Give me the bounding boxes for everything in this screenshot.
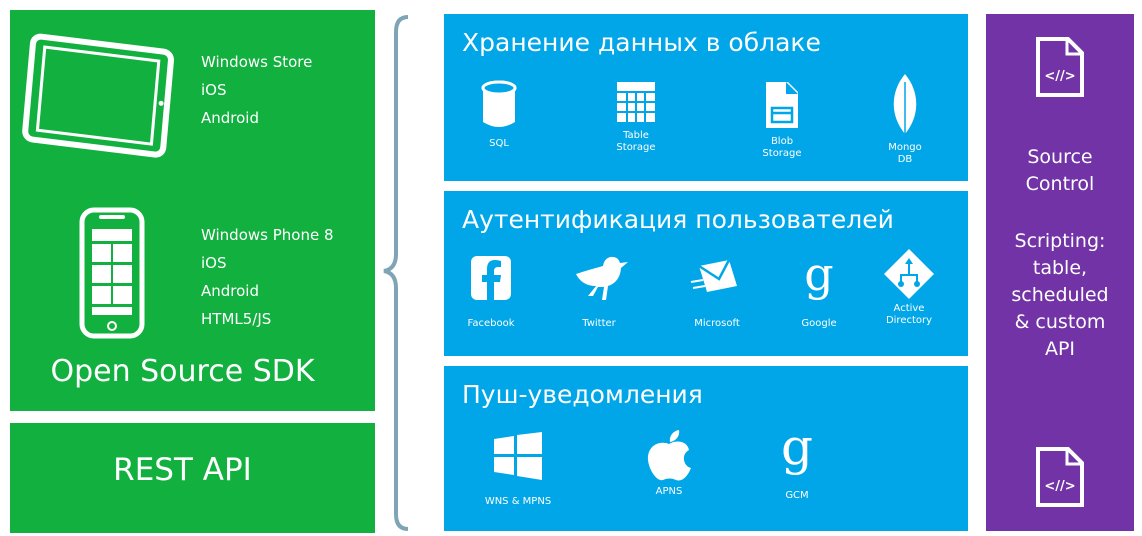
- service-label: GCM: [785, 490, 809, 501]
- rest-api-title: REST API: [113, 452, 252, 488]
- sdk-title: Open Source SDK: [50, 354, 315, 389]
- platform-item: iOS: [201, 254, 227, 272]
- active-directory-icon: [884, 249, 934, 299]
- service-google: g Google: [789, 252, 849, 330]
- service-sql: SQL: [469, 80, 529, 150]
- platform-item: Android: [201, 109, 259, 127]
- service-label: Mongo DB: [888, 142, 922, 165]
- push-panel: Пуш-уведомления WNS & MPNS APNS g GCM: [444, 366, 968, 531]
- service-label: SQL: [489, 138, 509, 149]
- source-control-panel: <//> Source Control Scripting: table, sc…: [986, 14, 1134, 531]
- service-table-storage: Table Storage: [606, 80, 666, 154]
- platform-item: Android: [201, 282, 259, 300]
- service-label: Facebook: [467, 318, 515, 329]
- service-label: Twitter: [582, 318, 616, 329]
- microsoft-envelope-icon: [690, 259, 737, 292]
- auth-title: Аутентификация пользователей: [462, 205, 894, 234]
- svg-text:g: g: [781, 422, 813, 476]
- service-facebook: Facebook: [461, 252, 521, 330]
- service-twitter: Twitter: [564, 252, 634, 330]
- google-g-icon: g: [804, 252, 833, 301]
- platform-item: iOS: [201, 81, 227, 99]
- table-icon: [617, 82, 655, 122]
- windows-logo-icon: [494, 432, 542, 480]
- service-wns-mpns: WNS & MPNS: [468, 430, 568, 508]
- svg-text:g: g: [804, 252, 833, 301]
- service-label: Table Storage: [616, 130, 656, 153]
- mongodb-leaf-icon: [893, 74, 917, 138]
- windows-phone-icon: [79, 207, 145, 339]
- code-file-icon: <//>: [1036, 37, 1084, 97]
- service-apns: APNS: [634, 430, 704, 498]
- tablet-platform-list: Windows Store iOS Android: [201, 48, 312, 132]
- service-label: Microsoft: [694, 318, 740, 329]
- svg-text:<//>: <//>: [1044, 69, 1075, 84]
- database-icon: [481, 80, 517, 127]
- code-file-icon: <//>: [1036, 447, 1084, 507]
- platform-item: Windows Store: [201, 53, 313, 71]
- service-microsoft: Microsoft: [682, 252, 752, 330]
- storage-title: Хранение данных в облаке: [462, 28, 821, 57]
- service-active-directory: Active Directory: [874, 247, 944, 327]
- blob-file-icon: [766, 82, 798, 128]
- apple-icon: [647, 430, 691, 481]
- service-label: WNS & MPNS: [484, 496, 552, 507]
- twitter-bird-icon: [576, 256, 628, 300]
- push-title: Пуш-уведомления: [462, 380, 703, 409]
- scripting-label: Scripting: table, scheduled & custom API: [1011, 230, 1109, 360]
- service-label: Active Directory: [885, 303, 933, 326]
- phone-platform-list: Windows Phone 8 iOS Android HTML5/JS: [201, 221, 334, 333]
- platform-item: Windows Phone 8: [201, 226, 334, 244]
- platform-item: HTML5/JS: [201, 310, 272, 328]
- tablet-icon: [22, 33, 174, 158]
- service-mongodb: Mongo DB: [875, 72, 935, 166]
- svg-text:<//>: <//>: [1044, 479, 1075, 494]
- storage-panel: Хранение данных в облаке SQL Table Stora…: [444, 14, 968, 181]
- service-gcm: g GCM: [767, 422, 827, 502]
- facebook-icon: [471, 256, 511, 300]
- brace-connector: [383, 15, 409, 531]
- service-label: APNS: [655, 486, 683, 497]
- source-control-label: Source Control: [1025, 146, 1095, 195]
- auth-panel: Аутентификация пользователей Facebook Tw…: [444, 191, 968, 356]
- service-label: Google: [801, 318, 837, 329]
- google-g-icon: g: [781, 422, 813, 476]
- service-blob-storage: Blob Storage: [752, 80, 812, 160]
- service-label: Blob Storage: [762, 136, 802, 159]
